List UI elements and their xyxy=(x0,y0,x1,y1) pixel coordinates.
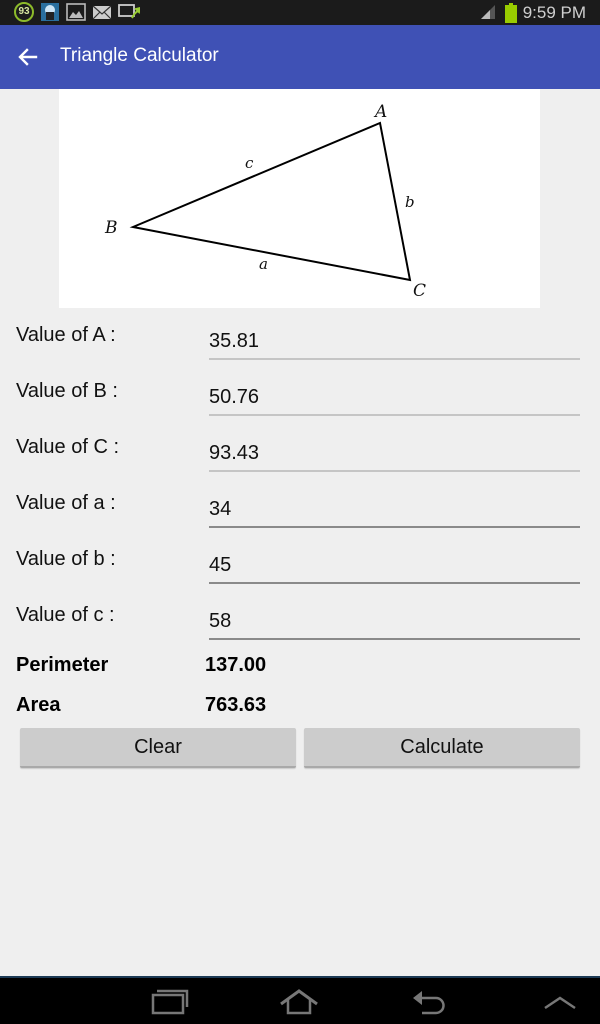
page-title: Triangle Calculator xyxy=(60,45,219,66)
home-button[interactable] xyxy=(279,986,319,1016)
input-underline xyxy=(209,414,580,416)
battery-saver-badge-icon: 93 xyxy=(14,2,34,22)
status-bar: 93 9:59 PM xyxy=(0,0,600,25)
screen-share-icon xyxy=(118,2,142,22)
menu-up-button[interactable] xyxy=(540,986,580,1016)
field-row-angle-c: Value of C : xyxy=(0,426,600,482)
input-underline xyxy=(209,526,580,528)
side-label-c: c xyxy=(245,154,254,172)
battery-icon xyxy=(504,2,517,23)
input-underline xyxy=(209,638,580,640)
field-label: Value of C : xyxy=(16,436,120,458)
field-label: Value of A : xyxy=(16,324,116,346)
gallery-icon xyxy=(66,2,86,22)
calculate-button[interactable]: Calculate xyxy=(304,728,580,768)
field-row-angle-b: Value of B : xyxy=(0,370,600,426)
field-row-side-a: Value of a : xyxy=(0,482,600,538)
angle-b-input[interactable] xyxy=(209,378,580,416)
field-row-side-c: Value of c : xyxy=(0,594,600,650)
field-label: Value of b : xyxy=(16,548,116,570)
side-b-input[interactable] xyxy=(209,546,580,584)
vertex-label-b: B xyxy=(104,218,118,238)
perimeter-row: Perimeter 137.00 xyxy=(0,654,600,684)
app-notification-icon xyxy=(40,2,60,22)
field-row-side-b: Value of b : xyxy=(0,538,600,594)
input-underline xyxy=(209,470,580,472)
side-label-b: b xyxy=(405,193,415,211)
side-label-a: a xyxy=(259,255,268,273)
field-label: Value of c : xyxy=(16,604,115,626)
angle-a-input[interactable] xyxy=(209,322,580,360)
email-icon xyxy=(92,2,112,22)
perimeter-value: 137.00 xyxy=(205,654,267,676)
input-underline xyxy=(209,582,580,584)
arrow-left-icon xyxy=(18,48,38,66)
field-row-angle-a: Value of A : xyxy=(0,314,600,370)
perimeter-label: Perimeter xyxy=(16,654,109,676)
triangle-diagram: A B C c b a xyxy=(59,89,540,308)
recent-apps-icon xyxy=(151,989,189,1015)
field-label: Value of a : xyxy=(16,492,116,514)
back-nav-button[interactable] xyxy=(410,986,450,1016)
home-icon xyxy=(280,989,318,1015)
vertex-label-a: A xyxy=(373,102,387,122)
area-row: Area 763.63 xyxy=(0,694,600,724)
side-a-input[interactable] xyxy=(209,490,580,528)
signal-icon xyxy=(479,3,499,23)
clear-button[interactable]: Clear xyxy=(20,728,296,768)
app-bar: Triangle Calculator xyxy=(0,25,600,89)
vertex-label-c: C xyxy=(413,281,426,301)
field-label: Value of B : xyxy=(16,380,118,402)
area-label: Area xyxy=(16,694,61,716)
triangle-shape xyxy=(129,121,412,282)
back-button[interactable] xyxy=(14,43,42,71)
system-status: 9:59 PM xyxy=(479,0,586,25)
side-c-input[interactable] xyxy=(209,602,580,640)
back-icon xyxy=(413,991,445,1015)
recent-apps-button[interactable] xyxy=(150,986,190,1016)
triangle-svg: A B C c b a xyxy=(104,102,426,301)
menu-up-icon xyxy=(544,996,576,1010)
notification-icons: 93 xyxy=(14,2,142,22)
input-underline xyxy=(209,358,580,360)
system-nav-bar xyxy=(0,976,600,1024)
area-value: 763.63 xyxy=(205,694,267,716)
angle-c-input[interactable] xyxy=(209,434,580,472)
clock: 9:59 PM xyxy=(522,2,586,22)
